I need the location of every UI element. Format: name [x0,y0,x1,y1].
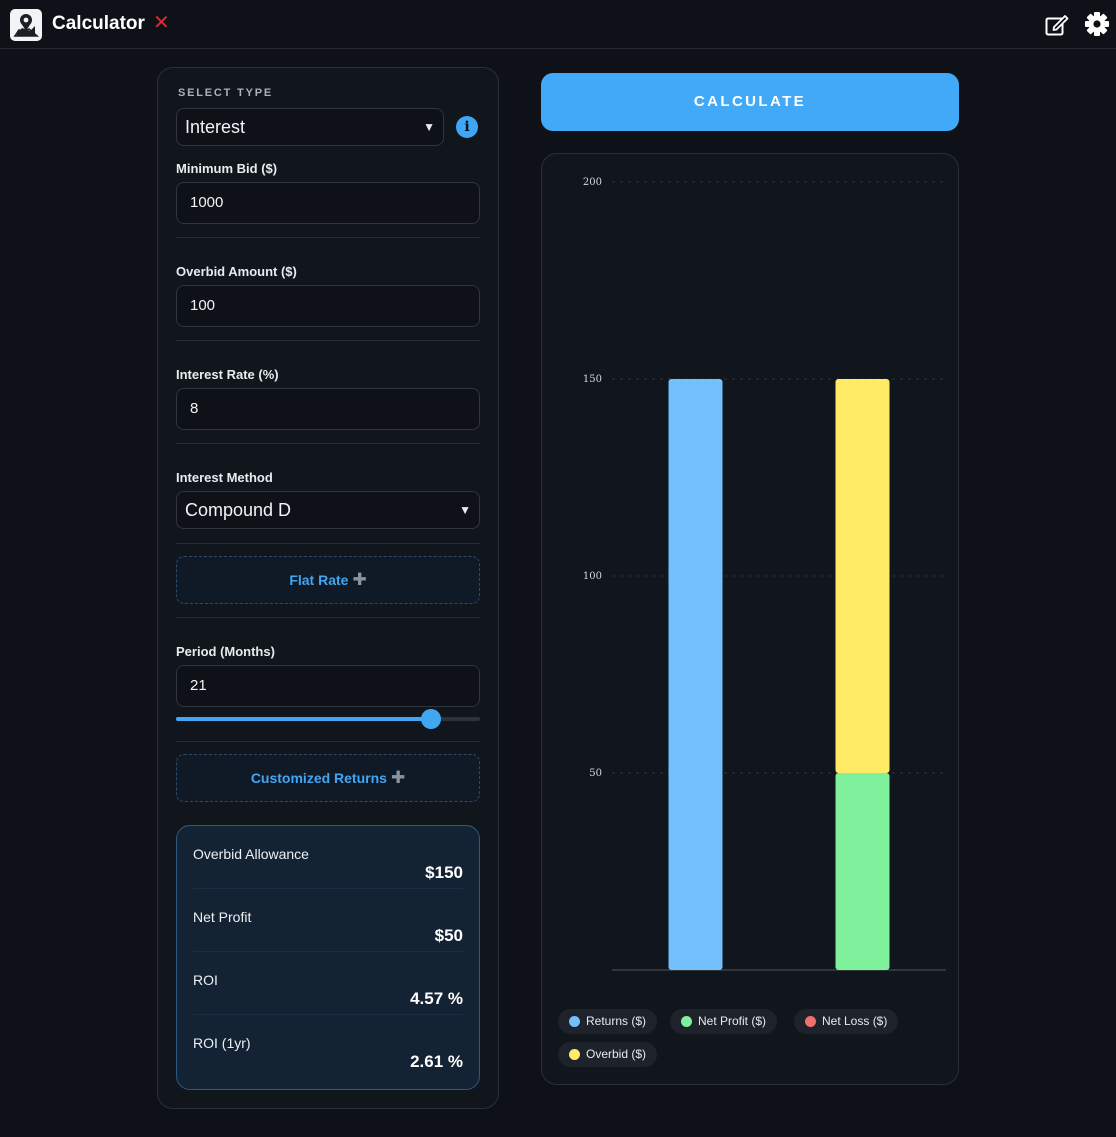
legend-swatch [805,1016,816,1027]
period-slider-thumb[interactable] [421,709,442,729]
y-tick-label: 200 [583,177,602,188]
result-row: ROI 4.57 % [177,952,479,1015]
bar-segment-net-profit[interactable] [835,773,890,970]
divider [176,741,480,742]
divider [176,443,480,444]
legend-label: Net Profit ($) [698,1014,767,1028]
select-type-value: Interest [185,117,246,137]
legend-swatch [681,1016,692,1027]
overbid-allowance-value: $150 [425,863,463,882]
legend-label: Returns ($) [586,1014,647,1028]
results-summary: Overbid Allowance $150 Net Profit $50 RO… [176,825,480,1090]
divider [176,237,480,238]
net-profit-value: $50 [434,926,463,945]
flat-rate-label: Flat Rate [289,572,349,588]
result-row: ROI (1yr) 2.61 % [177,1015,479,1078]
flat-rate-button[interactable]: Flat Rate ✚ [176,556,480,604]
interest-method-value: Compound D [185,500,292,520]
period-label: Period (Months) [176,644,275,659]
overbid-allowance-label: Overbid Allowance [193,846,309,862]
overbid-amount-input[interactable]: 100 [176,285,480,327]
top-bar: Calculator ✕ [0,0,1116,49]
roi-1yr-value: 2.61 % [410,1052,463,1071]
calculator-form-panel: SELECT TYPE Interest ▼ i Minimum Bid ($)… [157,67,499,1109]
overbid-amount-label: Overbid Amount ($) [176,264,297,279]
interest-method-dropdown[interactable]: Compound D ▼ [176,491,480,529]
customized-returns-label: Customized Returns [250,770,387,786]
net-profit-label: Net Profit [193,909,252,925]
legend-item[interactable]: Returns ($) [558,1009,658,1034]
close-icon[interactable]: ✕ [153,13,170,33]
chevron-down-icon: ▼ [423,120,435,134]
gear-icon[interactable] [1084,11,1110,37]
roi-value: 4.57 % [410,989,463,1008]
legend-label: Net Loss ($) [822,1014,888,1028]
calculate-button[interactable]: CALCULATE [541,73,959,131]
result-row: Net Profit $50 [177,889,479,952]
legend-swatch [569,1016,580,1027]
y-tick-label: 100 [583,571,602,582]
legend-item[interactable]: Overbid ($) [558,1042,658,1067]
interest-rate-input[interactable]: 8 [176,388,480,430]
select-type-dropdown[interactable]: Interest ▼ [176,108,444,146]
y-tick-label: 150 [583,374,602,385]
legend-label: Overbid ($) [586,1047,647,1061]
legend-swatch [569,1049,580,1060]
chart-panel: 200 150 100 50 Returns ($) Net Profit ($) Net… [541,153,959,1085]
plus-icon: ✚ [390,768,406,787]
divider [176,617,480,618]
interest-rate-label: Interest Rate (%) [176,367,279,382]
period-slider-fill [176,717,432,721]
bar-segment-returns[interactable] [668,379,723,970]
period-input[interactable]: 21 [176,665,480,707]
customized-returns-button[interactable]: Customized Returns ✚ [176,754,480,802]
map-pin-logo-icon[interactable] [10,9,42,41]
divider [176,340,480,341]
minimum-bid-input[interactable]: 1000 [176,182,480,224]
bar-chart: 200 150 100 50 [583,177,946,971]
select-type-label: SELECT TYPE [178,87,273,99]
divider [176,543,480,544]
plus-icon: ✚ [352,570,367,589]
period-slider[interactable] [176,709,480,729]
chevron-down-icon: ▼ [459,503,471,517]
interest-method-label: Interest Method [176,470,273,485]
roi-1yr-label: ROI (1yr) [193,1035,251,1051]
minimum-bid-label: Minimum Bid ($) [176,161,278,176]
y-tick-label: 50 [589,768,602,779]
result-row: Overbid Allowance $150 [177,826,479,889]
legend-item[interactable]: Net Loss ($) [794,1009,899,1034]
info-icon[interactable]: i [456,116,478,138]
roi-label: ROI [193,972,218,988]
bar-segment-overbid[interactable] [835,379,890,773]
legend-item[interactable]: Net Profit ($) [670,1009,778,1034]
edit-icon[interactable] [1044,13,1070,37]
app-title: Calculator [52,13,145,34]
